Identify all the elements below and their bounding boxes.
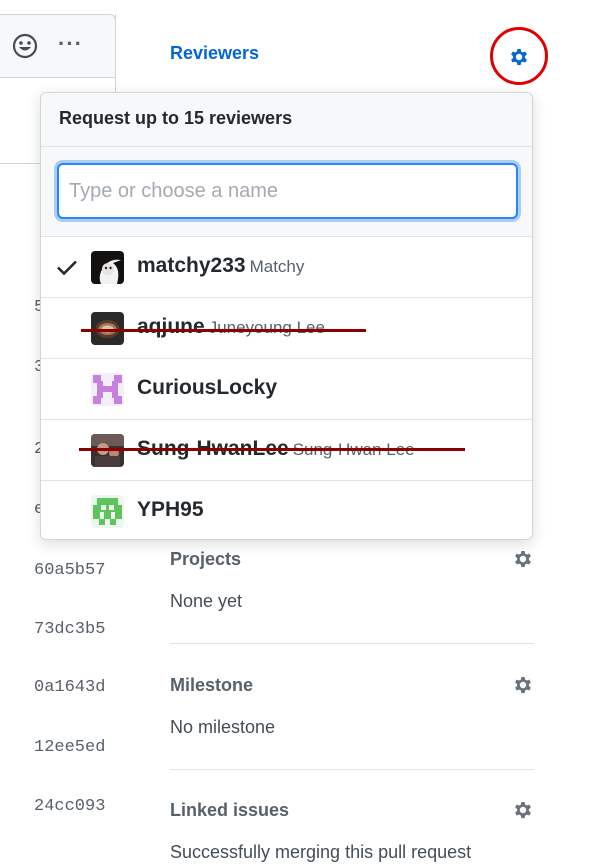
reviewer-item-matchy233[interactable]: matchy233 Matchy	[41, 237, 532, 298]
check-icon	[57, 260, 77, 276]
reviewer-login: matchy233 Matchy	[137, 254, 305, 277]
sidebar-divider	[170, 643, 534, 644]
smiley-icon[interactable]	[12, 33, 38, 65]
sidebar-divider	[170, 769, 534, 770]
reviewer-item-sung-hwanlee[interactable]: Sung-HwanLeeSung-Hwan Lee	[41, 420, 532, 481]
reviewer-fullname: Matchy	[249, 257, 305, 276]
reviewers-gear-icon[interactable]	[507, 45, 531, 69]
milestone-heading[interactable]: Milestone	[170, 675, 253, 696]
reviewer-login: YPH95	[137, 498, 204, 521]
reviewer-item-aqjune[interactable]: aqjune Juneyoung Lee	[41, 298, 532, 359]
linked-issues-value: Successfully merging this pull request	[170, 842, 472, 862]
popover-title: Request up to 15 reviewers	[41, 93, 532, 147]
projects-heading[interactable]: Projects	[170, 549, 241, 570]
commit-sha[interactable]: 60a5b57	[34, 561, 105, 580]
strikethrough-mark	[79, 448, 465, 451]
avatar	[91, 495, 124, 528]
commit-sha[interactable]: 0a1643d	[34, 678, 105, 697]
reviewer-search-input[interactable]	[57, 163, 518, 219]
reviewers-heading[interactable]: Reviewers	[170, 43, 259, 64]
projects-value: None yet	[170, 591, 243, 611]
popover-filter	[41, 147, 532, 237]
milestone-gear-icon[interactable]	[511, 673, 535, 697]
avatar	[91, 251, 124, 284]
reviewer-item-curiouslocky[interactable]: CuriousLocky	[41, 359, 532, 420]
commit-sha[interactable]: 12ee5ed	[34, 738, 105, 757]
commit-sha[interactable]: 24cc093	[34, 797, 105, 816]
linked-issues-gear-icon[interactable]	[511, 798, 535, 822]
projects-gear-icon[interactable]	[511, 547, 535, 571]
avatar	[91, 373, 124, 406]
reviewer-item-yph95[interactable]: YPH95	[41, 481, 532, 539]
commit-sha[interactable]: 73dc3b5	[34, 620, 105, 639]
reviewer-login: aqjune Juneyoung Lee	[137, 315, 325, 338]
reviewer-login: CuriousLocky	[137, 376, 278, 399]
linked-issues-heading[interactable]: Linked issues	[170, 800, 289, 821]
milestone-value: No milestone	[170, 717, 276, 737]
strikethrough-mark	[81, 329, 366, 332]
reviewers-popover: Request up to 15 reviewers matchy233Matc…	[40, 92, 533, 540]
comment-toolbar: ···	[0, 14, 116, 78]
reviewer-fullname: Juneyoung Lee	[208, 318, 325, 337]
kebab-horizontal-icon[interactable]: ···	[58, 31, 83, 57]
